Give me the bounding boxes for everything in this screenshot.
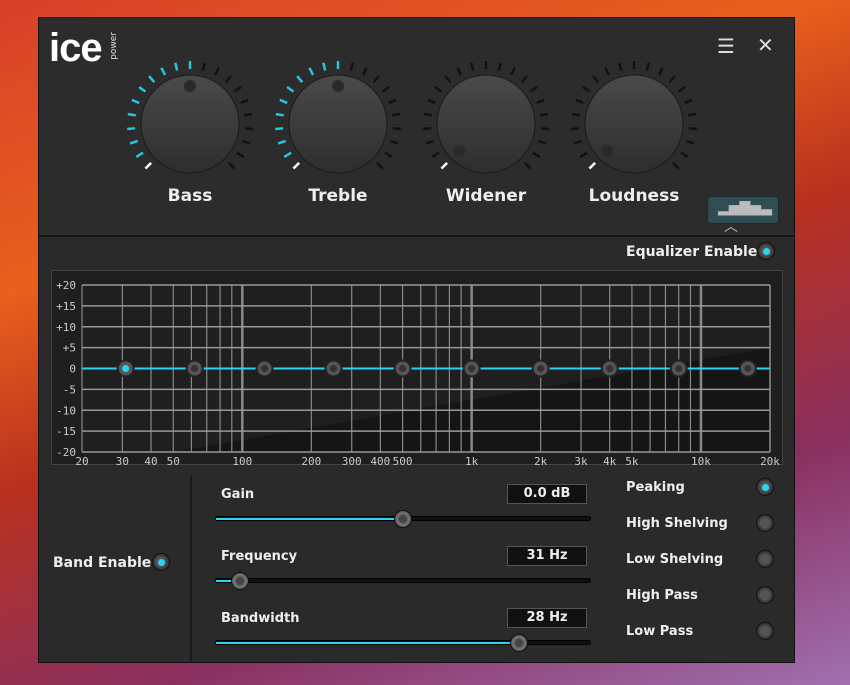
knob-panel: ice power ☰ ✕ Bass Treble Widener Loudness … <box>39 18 794 237</box>
knob-label: Treble <box>308 186 368 206</box>
filter-radio-peaking[interactable] <box>756 478 774 496</box>
x-tick-label: 1k <box>465 455 479 466</box>
filter-radio-low-pass[interactable] <box>756 622 774 640</box>
y-tick-label: -20 <box>56 446 76 459</box>
gain-label: Gain <box>221 487 255 502</box>
bandwidth-label: Bandwidth <box>221 611 300 626</box>
band-handle-center <box>606 365 614 372</box>
x-tick-label: 30 <box>116 455 129 466</box>
y-tick-label: +20 <box>56 279 76 292</box>
x-tick-label: 500 <box>393 455 413 466</box>
knob-widener[interactable]: Widener <box>411 48 561 208</box>
gain-slider-fill <box>216 518 403 520</box>
band-enable-toggle[interactable] <box>152 553 170 571</box>
y-tick-label: 0 <box>69 363 76 376</box>
band-handle-center <box>537 365 545 372</box>
filter-radio-high-shelving[interactable] <box>756 514 774 532</box>
x-tick-label: 300 <box>342 455 362 466</box>
eq-graph[interactable]: +20 +15 +10 +5 0 -5 -10 -15 -20 20 30 40 50 100 200 300… <box>51 270 783 468</box>
knob-label: Bass <box>167 186 213 206</box>
x-tick-label: 200 <box>301 455 321 466</box>
equalizer-bars-icon: ▂▅▇▅▃ <box>718 200 772 216</box>
y-tick-label: +10 <box>56 321 76 334</box>
logo: ice <box>49 26 103 70</box>
divider <box>190 476 192 661</box>
band-handle-center <box>191 365 199 372</box>
x-tick-label: 3k <box>574 455 588 466</box>
x-tick-label: 5k <box>625 455 639 466</box>
app-window: ice power ☰ ✕ Bass Treble Widener Loudness … <box>38 17 795 663</box>
bandwidth-slider[interactable] <box>215 634 591 652</box>
y-tick-label: -5 <box>63 383 76 396</box>
gain-value-field[interactable]: 0.0 dB <box>507 484 587 504</box>
band-handle-center <box>468 365 476 372</box>
knob-label: Loudness <box>588 186 680 206</box>
frequency-value-field[interactable]: 31 Hz <box>507 546 587 566</box>
filter-label: High Pass <box>626 588 698 603</box>
knob-treble[interactable]: Treble <box>263 48 413 208</box>
filter-label: Low Pass <box>626 624 694 639</box>
x-tick-label: 10k <box>691 455 711 466</box>
chevron-up-icon: ︿ <box>724 219 738 235</box>
band-enable-label: Band Enable <box>53 555 152 571</box>
band-handle-center <box>399 365 407 372</box>
filter-radio-high-pass[interactable] <box>756 586 774 604</box>
hamburger-icon[interactable]: ☰ <box>717 34 735 58</box>
band-handle-center <box>330 365 338 372</box>
bandwidth-slider-fill <box>216 642 519 644</box>
frequency-label: Frequency <box>221 549 298 564</box>
x-tick-label: 2k <box>534 455 548 466</box>
band-handle-center <box>122 365 130 372</box>
y-tick-label: +15 <box>56 300 76 313</box>
equalizer-enable-toggle[interactable] <box>757 242 775 260</box>
gain-slider[interactable] <box>215 510 591 528</box>
x-tick-label: 20 <box>75 455 88 466</box>
frequency-slider-thumb[interactable] <box>231 572 250 590</box>
filter-label: Peaking <box>626 480 685 495</box>
band-handle-center <box>675 365 683 372</box>
y-tick-label: -15 <box>56 425 76 438</box>
band-handle-center <box>261 365 269 372</box>
x-tick-label: 4k <box>603 455 617 466</box>
bandwidth-slider-thumb[interactable] <box>509 634 528 652</box>
knob-bass[interactable]: Bass <box>115 48 265 208</box>
x-tick-label: 100 <box>232 455 252 466</box>
filter-radio-low-shelving[interactable] <box>756 550 774 568</box>
equalizer-enable-label: Equalizer Enable <box>626 244 758 260</box>
filter-label: Low Shelving <box>626 552 724 567</box>
x-tick-label: 400 <box>370 455 390 466</box>
band-handle-center <box>744 365 752 372</box>
gain-slider-thumb[interactable] <box>394 510 412 528</box>
y-tick-label: +5 <box>63 342 76 355</box>
close-icon[interactable]: ✕ <box>757 33 774 57</box>
bandwidth-value-field[interactable]: 28 Hz <box>507 608 587 628</box>
equalizer-toggle-button[interactable]: ▂▅▇▅▃ ︿ <box>707 196 779 235</box>
filter-label: High Shelving <box>626 516 728 531</box>
frequency-slider[interactable] <box>215 572 591 590</box>
x-tick-label: 20k <box>760 455 780 466</box>
y-tick-label: -10 <box>56 404 76 417</box>
knob-loudness[interactable]: Loudness <box>559 48 709 208</box>
x-tick-label: 40 <box>144 455 157 466</box>
x-tick-label: 50 <box>167 455 180 466</box>
knob-label: Widener <box>445 186 527 206</box>
